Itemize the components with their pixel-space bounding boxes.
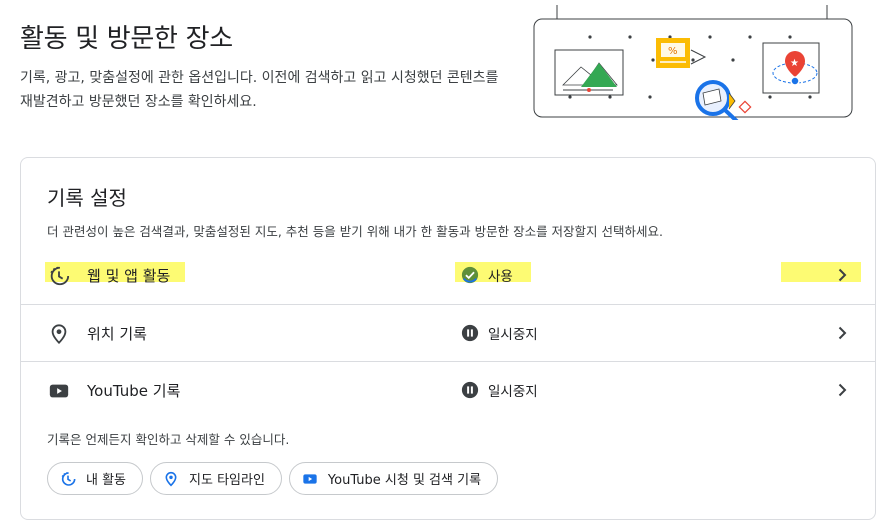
status-text: 일시중지 — [488, 327, 538, 343]
setting-status: 일시중지 — [461, 379, 538, 401]
history-shortcut-chips: 내 활동 지도 타임라인 YouTube 시청 및 검색 기록 — [47, 462, 499, 495]
pause-circle-icon — [461, 381, 479, 399]
svg-text:%: % — [668, 46, 678, 57]
setting-status: 일시중지 — [461, 322, 538, 344]
svg-text:★: ★ — [790, 58, 799, 69]
my-activity-chip[interactable]: 내 활동 — [47, 462, 144, 495]
setting-label: 웹 및 앱 활동 — [87, 267, 171, 285]
card-description: 더 관련성이 높은 검색결과, 맞춤설정된 지도, 추천 등을 받기 위해 내가… — [47, 224, 663, 239]
location-pin-icon — [51, 324, 67, 344]
chevron-right-icon[interactable] — [833, 324, 851, 342]
history-footer-note: 기록은 언제든지 확인하고 삭제할 수 있습니다. — [47, 432, 290, 447]
chip-label: YouTube 시청 및 검색 기록 — [327, 473, 482, 488]
setting-label: YouTube 기록 — [87, 382, 181, 400]
activity-illustration: % ★ — [533, 5, 853, 120]
chip-label: 내 활동 — [86, 473, 127, 488]
status-text: 일시중지 — [488, 384, 538, 400]
chip-label: 지도 타임라인 — [189, 473, 265, 488]
setting-label: 위치 기록 — [87, 325, 147, 343]
maps-timeline-chip[interactable]: 지도 타임라인 — [150, 462, 282, 495]
history-settings-card: 기록 설정 더 관련성이 높은 검색결과, 맞춤설정된 지도, 추천 등을 받기… — [20, 157, 876, 520]
youtube-history-chip[interactable]: YouTube 시청 및 검색 기록 — [288, 462, 499, 495]
setting-row-location-history[interactable]: 위치 기록 일시중지 — [21, 305, 875, 361]
history-icon — [61, 471, 76, 486]
setting-row-web-app-activity[interactable]: 웹 및 앱 활동 사용 — [21, 247, 875, 303]
check-circle-icon — [461, 266, 479, 284]
location-pin-icon — [165, 471, 177, 486]
chevron-right-icon[interactable] — [833, 381, 851, 399]
setting-status: 사용 — [461, 264, 513, 286]
pause-circle-icon — [461, 324, 479, 342]
status-text: 사용 — [488, 269, 513, 285]
history-icon — [50, 266, 70, 286]
chevron-right-icon[interactable] — [833, 266, 851, 284]
card-title: 기록 설정 — [47, 186, 127, 210]
page-title: 활동 및 방문한 장소 — [20, 24, 233, 54]
youtube-icon — [49, 384, 69, 398]
page-description: 기록, 광고, 맞춤설정에 관한 옵션입니다. 이전에 검색하고 읽고 시청했던… — [20, 70, 499, 110]
setting-row-youtube-history[interactable]: YouTube 기록 일시중지 — [21, 362, 875, 418]
youtube-icon — [303, 473, 317, 484]
